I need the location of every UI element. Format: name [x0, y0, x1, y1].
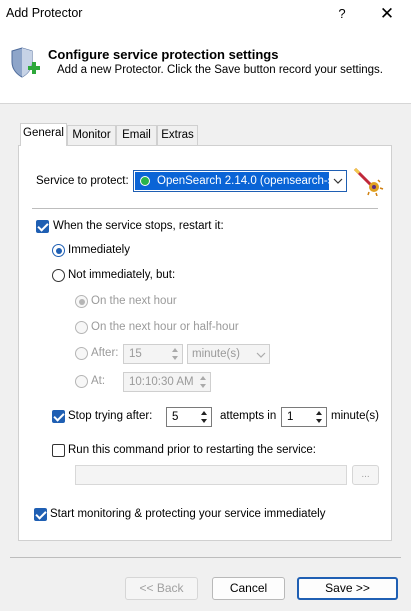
- header-subtitle: Add a new Protector. Click the Save butt…: [57, 64, 384, 76]
- service-running-icon: [140, 176, 150, 186]
- next-half-hour-label: On the next hour or half-hour: [91, 321, 239, 333]
- not-immediately-radio[interactable]: [52, 269, 65, 282]
- spin-down-icon[interactable]: [316, 419, 322, 423]
- shield-add-icon: [8, 46, 42, 80]
- close-button[interactable]: ✕: [372, 0, 402, 28]
- header-title: Configure service protection settings: [48, 47, 279, 62]
- after-label: After:: [91, 347, 119, 359]
- run-command-label: Run this command prior to restarting the…: [68, 444, 316, 456]
- spin-down-icon[interactable]: [200, 384, 206, 388]
- minutes-spinner[interactable]: 1: [281, 407, 327, 427]
- spin-down-icon[interactable]: [172, 356, 178, 360]
- after-value: 15: [129, 348, 142, 360]
- immediately-label: Immediately: [68, 244, 130, 256]
- not-immediately-label: Not immediately, but:: [68, 269, 176, 281]
- at-time-picker[interactable]: 10:10:30 AM: [123, 372, 211, 392]
- next-hour-radio[interactable]: [75, 295, 88, 308]
- minutes-label: minute(s): [331, 410, 379, 422]
- help-button[interactable]: ?: [330, 0, 354, 28]
- next-hour-label: On the next hour: [91, 295, 177, 307]
- tab-extras[interactable]: Extras: [157, 125, 198, 145]
- magic-wand-icon[interactable]: [352, 166, 384, 197]
- spin-up-icon[interactable]: [201, 411, 207, 415]
- back-button[interactable]: << Back: [125, 577, 198, 600]
- service-label: Service to protect:: [36, 175, 129, 187]
- restart-checkbox[interactable]: [36, 220, 49, 233]
- footer-divider: [10, 557, 401, 558]
- minutes-value: 1: [287, 411, 294, 423]
- after-unit-value: minute(s): [192, 348, 240, 360]
- spin-down-icon[interactable]: [201, 419, 207, 423]
- start-monitoring-label: Start monitoring & protecting your servi…: [50, 508, 326, 520]
- after-unit-dropdown[interactable]: minute(s): [187, 344, 270, 364]
- chevron-down-icon: [254, 348, 268, 362]
- attempts-value: 5: [172, 411, 179, 423]
- save-button[interactable]: Save >>: [297, 577, 398, 600]
- cancel-button[interactable]: Cancel: [212, 577, 285, 600]
- tab-monitor[interactable]: Monitor: [67, 125, 116, 145]
- service-dropdown[interactable]: OpenSearch 2.14.0 (opensearch-se: [133, 170, 347, 192]
- tab-email[interactable]: Email: [116, 125, 157, 145]
- attempts-label: attempts in: [220, 410, 277, 422]
- spin-up-icon[interactable]: [200, 376, 206, 380]
- at-radio[interactable]: [75, 375, 88, 388]
- spin-up-icon[interactable]: [172, 348, 178, 352]
- chevron-down-icon: [331, 174, 345, 188]
- run-command-input[interactable]: [75, 465, 347, 485]
- attempts-spinner[interactable]: 5: [166, 407, 212, 427]
- stop-trying-checkbox[interactable]: [52, 410, 65, 423]
- divider: [32, 208, 378, 209]
- immediately-radio[interactable]: [52, 244, 65, 257]
- run-command-checkbox[interactable]: [52, 444, 65, 457]
- next-half-hour-radio[interactable]: [75, 321, 88, 334]
- restart-label: When the service stops, restart it:: [53, 220, 224, 232]
- start-monitoring-checkbox[interactable]: [34, 508, 47, 521]
- at-time-value: 10:10:30 AM: [129, 376, 194, 388]
- stop-trying-label: Stop trying after:: [68, 410, 153, 422]
- spin-up-icon[interactable]: [316, 411, 322, 415]
- after-spinner[interactable]: 15: [123, 344, 183, 364]
- tab-general[interactable]: General: [20, 123, 67, 146]
- service-selected-value: OpenSearch 2.14.0 (opensearch-se: [157, 175, 329, 187]
- after-radio[interactable]: [75, 347, 88, 360]
- window-title: Add Protector: [6, 6, 83, 20]
- browse-button[interactable]: ...: [352, 465, 379, 485]
- at-label: At:: [91, 375, 106, 387]
